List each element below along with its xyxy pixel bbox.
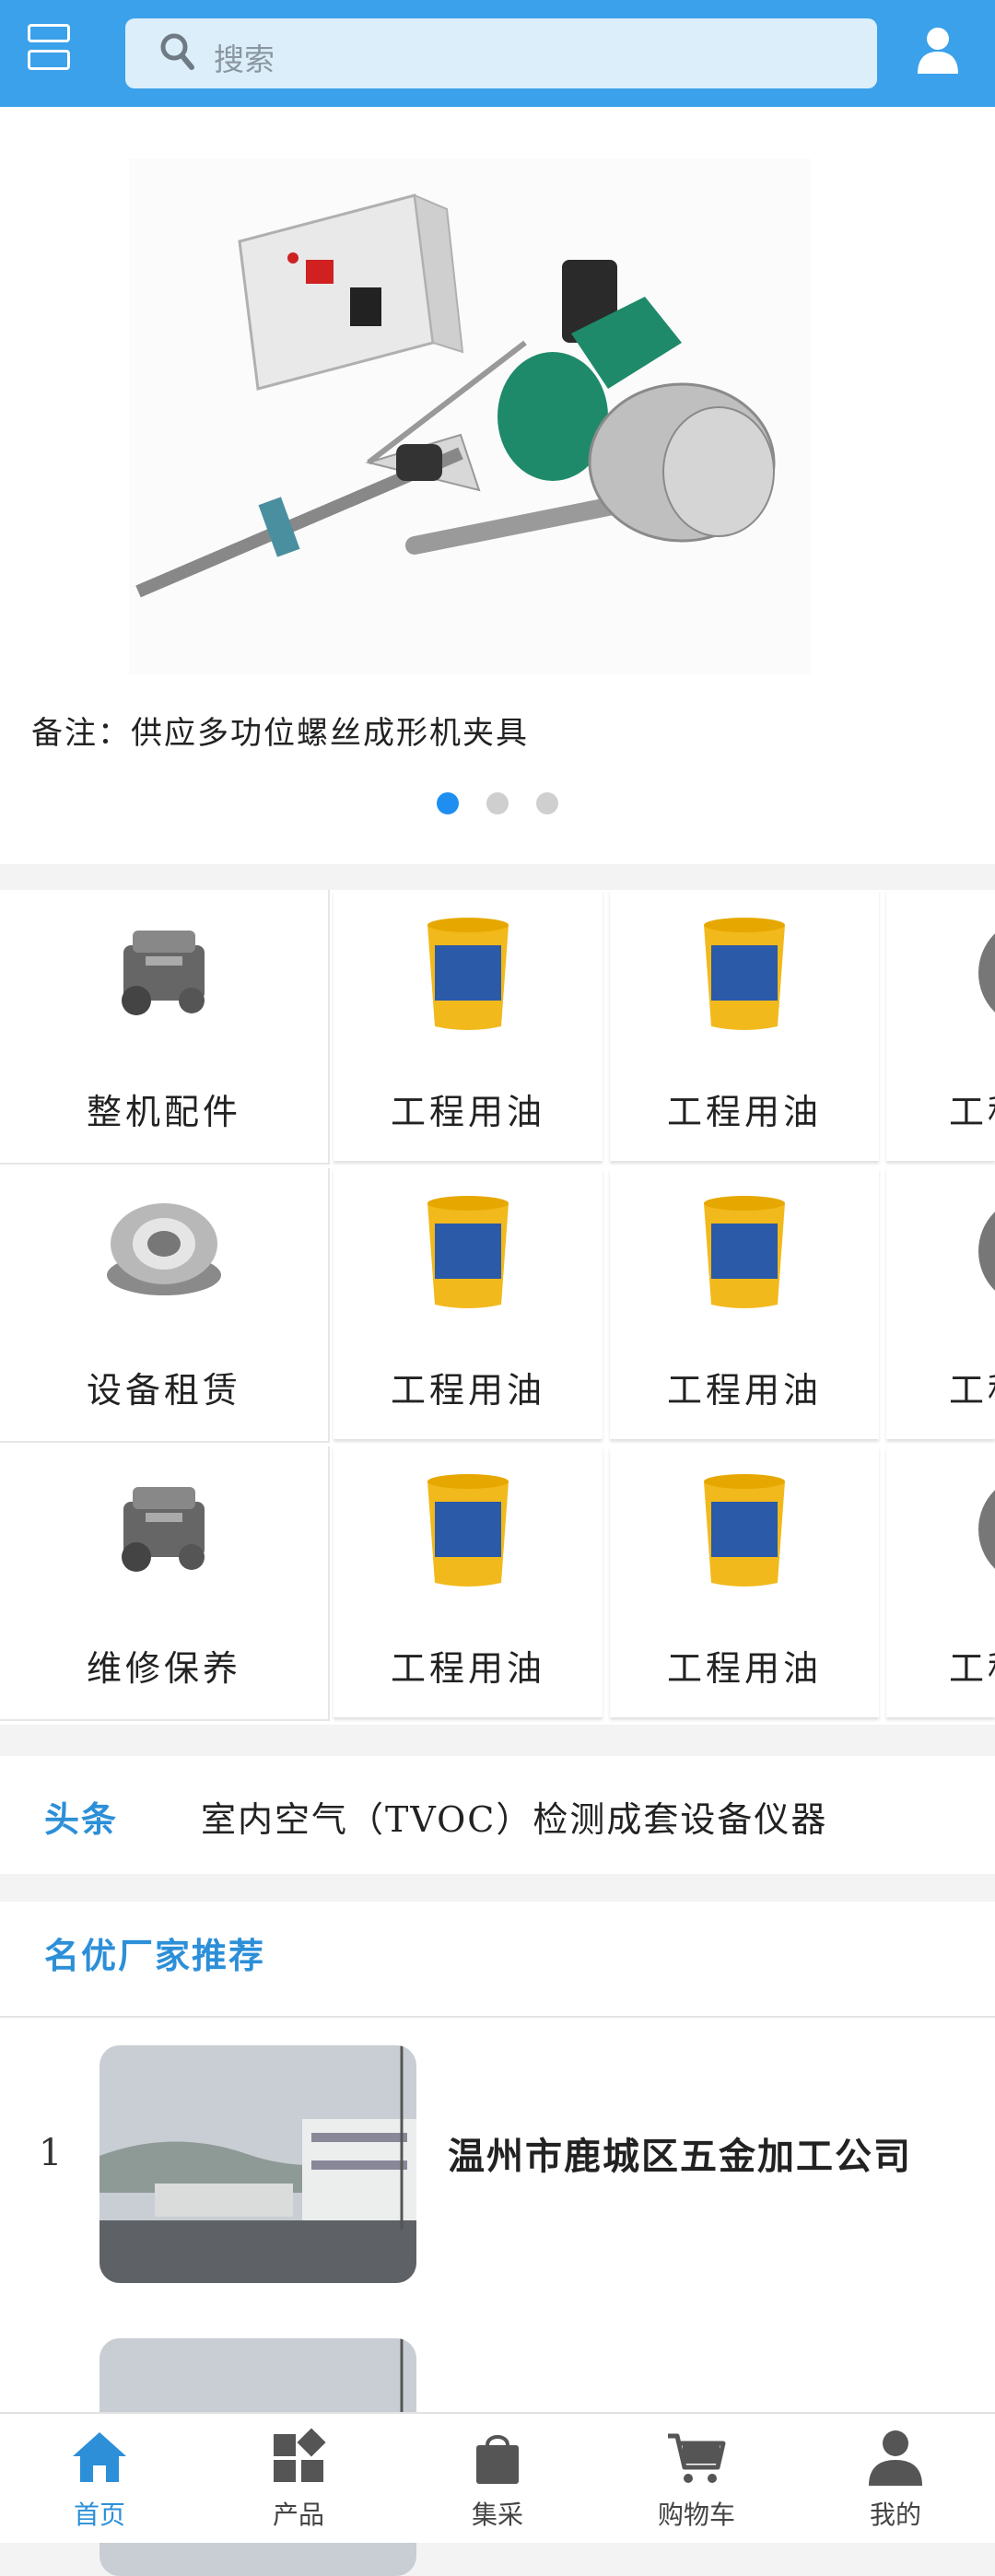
category-label: 设备租赁 [86,1370,241,1411]
product-item[interactable]: 工程用油 [610,1168,879,1439]
bearing-icon [107,1203,221,1295]
category-label: 整机配件 [86,1092,241,1132]
search-placeholder: 搜索 [214,41,275,77]
rank-number: 1 [39,2132,63,2174]
product-label: 工程用油 [390,1370,545,1411]
bearing-icon [978,1212,995,1291]
section-title: 名优厂家推荐 [44,1935,266,1976]
carousel-dot[interactable] [486,792,509,814]
product-item[interactable]: 工程 [886,1446,995,1717]
product-label: 工程用油 [390,1092,545,1132]
product-item[interactable]: 工程用油 [610,890,879,1161]
search-icon [160,33,194,70]
product-item[interactable]: 工程用油 [334,1446,603,1717]
banner-carousel[interactable]: 备注：供应多功位螺丝成形机夹具 [0,107,995,864]
engine-icon [122,1487,205,1572]
divider [0,2016,995,2018]
menu-icon[interactable] [28,24,72,72]
product-item[interactable]: 工程用油 [334,890,603,1161]
product-item[interactable]: 工程用油 [334,1168,603,1439]
oil-bucket-icon [704,918,785,1030]
bearing-icon [978,933,995,1013]
category-item[interactable]: 整机配件 [0,890,330,1165]
category-grid: 整机配件 工程用油 工程用油 工程 设备租赁 工程用油 工程用油 工程 [0,890,995,1725]
product-label: 工程 [949,1370,995,1411]
oil-bucket-icon [427,1474,509,1587]
banner-machine-image[interactable] [129,158,811,674]
carousel-dot[interactable] [536,792,558,814]
product-label: 工程用油 [666,1648,822,1689]
home-icon [73,2432,126,2482]
tab-home[interactable]: 首页 [0,2414,199,2543]
bearing-icon [978,1490,995,1569]
banner-caption: 备注：供应多功位螺丝成形机夹具 [31,715,529,752]
bag-icon [476,2435,519,2484]
product-item[interactable]: 工程 [886,1168,995,1439]
oil-bucket-icon [427,918,509,1030]
apps-icon [274,2428,326,2482]
product-item[interactable]: 工程用油 [610,1446,879,1717]
search-input[interactable]: 搜索 [125,18,877,88]
oil-bucket-icon [704,1196,785,1308]
product-label: 工程用油 [666,1092,822,1132]
tab-label: 产品 [272,2500,324,2530]
tab-mine[interactable]: 我的 [796,2414,995,2543]
headline-tag: 头条 [44,1798,119,1840]
tab-label: 首页 [73,2500,125,2530]
user-icon[interactable] [916,26,960,74]
product-label: 工程 [949,1092,995,1132]
tab-products[interactable]: 产品 [199,2414,398,2543]
category-item[interactable]: 维修保养 [0,1446,330,1721]
tab-cart[interactable]: 购物车 [597,2414,796,2543]
bottom-tab-bar: 首页 产品 集采 购物车 我的 [0,2412,995,2543]
category-item[interactable]: 设备租赁 [0,1168,330,1443]
user-icon [869,2430,922,2486]
top-bar: 搜索 [0,0,995,107]
factory-photo [100,2045,416,2283]
tab-label: 我的 [869,2500,921,2530]
tab-label: 集采 [471,2500,523,2530]
headline-text[interactable]: 室内空气（TVOC）检测成套设备仪器 [201,1791,827,1842]
product-label: 工程用油 [390,1648,545,1689]
carousel-dot[interactable] [437,792,459,814]
cart-icon [668,2433,726,2483]
product-label: 工程用油 [666,1370,822,1411]
company-name: 温州市鹿城区五金加工公司 [448,2135,912,2178]
engine-icon [122,931,205,1015]
oil-bucket-icon [427,1196,509,1308]
tab-label: 购物车 [657,2500,735,2530]
product-label: 工程 [949,1648,995,1689]
category-label: 维修保养 [86,1648,241,1689]
oil-bucket-icon [704,1474,785,1587]
tab-group-purchase[interactable]: 集采 [398,2414,597,2543]
headline-bar[interactable]: 头条 室内空气（TVOC）检测成套设备仪器 [0,1756,995,1874]
product-item[interactable]: 工程 [886,890,995,1161]
